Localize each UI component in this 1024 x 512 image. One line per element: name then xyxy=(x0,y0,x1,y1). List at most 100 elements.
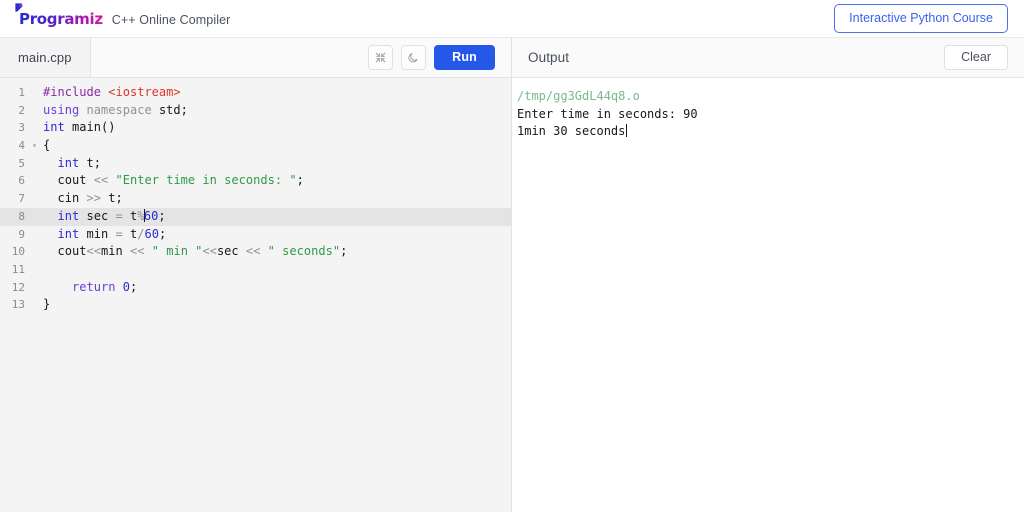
code-token: std xyxy=(158,102,181,117)
code-line[interactable]: 11 xyxy=(0,261,511,279)
run-button[interactable]: Run xyxy=(434,45,495,70)
code-token: = xyxy=(115,226,123,241)
app-root: Programiz C++ Online Compiler Interactiv… xyxy=(0,0,1024,512)
logo-text: Programiz xyxy=(19,9,103,28)
code-token: return xyxy=(71,279,116,294)
code-text: return 0; xyxy=(39,279,137,297)
code-token: cin xyxy=(57,191,80,206)
moon-icon-button[interactable] xyxy=(401,45,427,70)
code-text: int min = t/60; xyxy=(39,226,167,244)
code-line[interactable]: 9 int min = t/60; xyxy=(0,226,511,244)
code-token: ; xyxy=(340,244,348,259)
code-token: cout xyxy=(57,244,87,259)
output-title: Output xyxy=(528,50,570,65)
code-token: min xyxy=(86,226,109,241)
top-header: Programiz C++ Online Compiler Interactiv… xyxy=(0,0,1024,38)
code-text: int main() xyxy=(39,119,115,137)
clear-button[interactable]: Clear xyxy=(944,45,1008,70)
line-number: 6 xyxy=(18,174,25,188)
workspace: main.cpp Run 1 #include <iostream> 2 usi… xyxy=(0,38,1024,512)
code-token: 60 xyxy=(144,226,159,241)
code-token: ; xyxy=(296,173,304,188)
code-token: ; xyxy=(129,279,138,294)
code-token: << xyxy=(93,173,109,188)
code-token: min xyxy=(100,244,123,259)
code-token: sec xyxy=(86,208,109,223)
code-token: = xyxy=(115,208,123,223)
code-text: using namespace std; xyxy=(39,102,188,120)
code-line[interactable]: 6 cout << "Enter time in seconds: "; xyxy=(0,172,511,190)
line-number: 13 xyxy=(11,298,25,312)
output-text: /tmp/gg3GdL44q8.o xyxy=(517,89,640,103)
fold-toggle-icon[interactable]: ▾ xyxy=(30,137,39,155)
interactive-python-course-button[interactable]: Interactive Python Course xyxy=(834,3,1008,34)
code-token: << xyxy=(86,244,101,259)
code-text: cin >> t; xyxy=(39,190,123,208)
collapse-arrows-icon-button[interactable] xyxy=(368,45,394,70)
code-token: { xyxy=(43,138,51,153)
output-text: 1min 30 seconds xyxy=(517,124,626,139)
code-token: int xyxy=(57,155,80,170)
code-token: 0 xyxy=(122,279,130,294)
code-text: cout << "Enter time in seconds: "; xyxy=(39,172,304,190)
code-line[interactable]: 1 #include <iostream> xyxy=(0,84,511,102)
code-token: main xyxy=(71,120,101,135)
code-token: " min " xyxy=(151,244,203,259)
line-number: 3 xyxy=(18,121,25,135)
line-number: 8 xyxy=(18,209,25,223)
app-subtitle: C++ Online Compiler xyxy=(111,12,231,27)
code-token: namespace xyxy=(86,102,152,117)
code-token: << xyxy=(202,244,217,259)
code-line[interactable]: 4 ▾ { xyxy=(0,137,511,155)
code-line[interactable]: 13} xyxy=(0,296,511,314)
output-line: Enter time in seconds: 90 xyxy=(517,106,1024,124)
tab-main-cpp[interactable]: main.cpp xyxy=(0,38,91,77)
code-line[interactable]: 10 cout<<min << " min "<<sec << " second… xyxy=(0,243,511,261)
code-token: () xyxy=(100,120,116,135)
line-number: 5 xyxy=(18,156,25,170)
editor-toolbar-actions: Run xyxy=(90,38,511,77)
code-token: sec xyxy=(216,244,239,259)
code-text: cout<<min << " min "<<sec << " seconds"; xyxy=(39,243,348,261)
output-console[interactable]: /tmp/gg3GdL44q8.o Enter time in seconds: … xyxy=(512,78,1024,512)
line-number: 10 xyxy=(11,245,25,259)
code-line[interactable]: 5 int t; xyxy=(0,155,511,173)
code-token: " seconds" xyxy=(267,244,341,259)
output-line: 1min 30 seconds xyxy=(517,123,1024,141)
code-editor[interactable]: 1 #include <iostream> 2 using namespace std… xyxy=(0,78,511,512)
code-line[interactable]: 12 return 0; xyxy=(0,279,511,297)
line-number: 4 xyxy=(18,139,25,153)
code-text: int sec = t%60; xyxy=(39,208,166,226)
line-number: 12 xyxy=(11,280,25,294)
code-line[interactable]: 7 cin >> t; xyxy=(0,190,511,208)
code-token: t; xyxy=(86,155,101,170)
output-text: Enter time in seconds: 90 xyxy=(517,106,698,121)
code-line[interactable]: 8 int sec = t%60; xyxy=(0,207,511,226)
code-token: ; xyxy=(180,102,188,117)
code-token: using xyxy=(43,102,80,117)
code-token: >> xyxy=(86,191,101,206)
line-number: 11 xyxy=(11,262,25,276)
code-line[interactable]: 3 int main() xyxy=(0,119,511,137)
programiz-arrow-icon xyxy=(15,2,23,12)
code-token: "Enter time in seconds: " xyxy=(115,173,297,188)
code-text: #include <iostream> xyxy=(39,84,181,102)
brand[interactable]: Programiz C++ Online Compiler xyxy=(15,2,231,28)
programiz-logo[interactable]: Programiz xyxy=(15,2,103,28)
code-line[interactable]: 2 using namespace std; xyxy=(0,102,511,120)
output-cursor xyxy=(625,124,627,138)
